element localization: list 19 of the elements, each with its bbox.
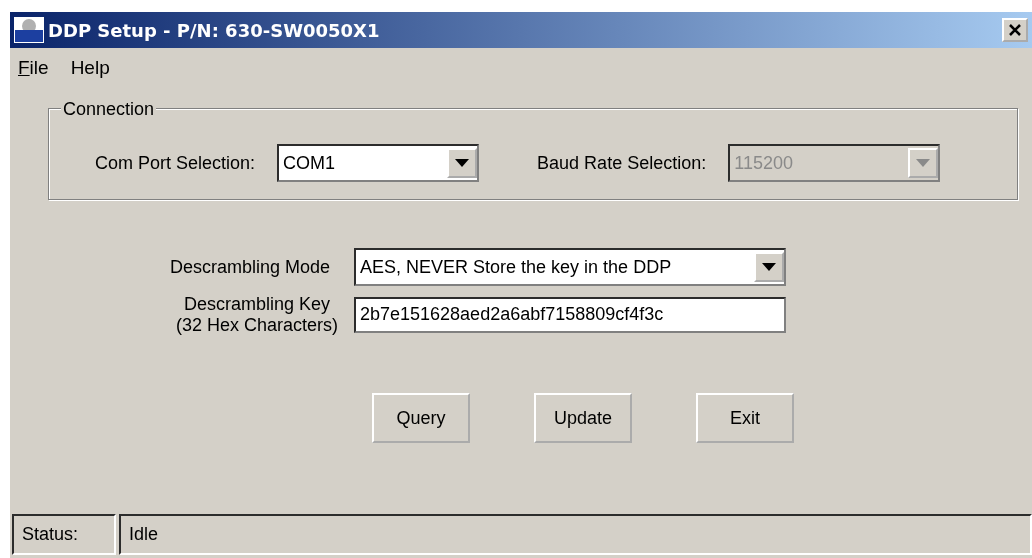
field-label: Descrambling Mode: [168, 255, 331, 279]
com-port-dropdown[interactable]: COM1: [277, 144, 480, 182]
key-field[interactable]: 2b7e151628aed2a6abf7158809cf4f3c: [354, 296, 786, 333]
close-button[interactable]: [1002, 18, 1028, 42]
field-label: Baud Rate Selection:: [537, 151, 707, 175]
menu-item[interactable]: Help: [70, 54, 110, 86]
window-title: DDP Setup - P/N: 630-SW0050X1: [48, 18, 380, 43]
field-label: Com Port Selection:: [95, 151, 256, 175]
field-label: (32 Hex Characters): [174, 314, 340, 336]
action-button[interactable]: Exit: [696, 393, 794, 444]
menu-item[interactable]: File: [18, 54, 49, 86]
action-button[interactable]: Update: [534, 393, 632, 444]
close-icon: [1008, 23, 1022, 37]
field-label: Descrambling Key: [182, 294, 332, 315]
status-value: Idle: [119, 514, 1032, 555]
status-label: Status:: [12, 514, 116, 555]
app-logo-icon: [14, 17, 44, 43]
mode-dropdown[interactable]: AES, NEVER Store the key in the DDP: [354, 248, 786, 286]
action-button[interactable]: Query: [372, 393, 470, 444]
